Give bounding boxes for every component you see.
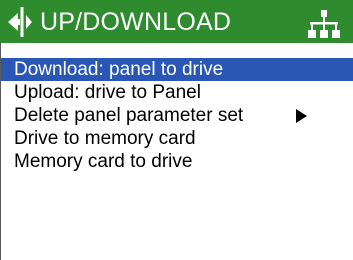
page-title: UP/DOWNLOAD [40,8,232,36]
menu-item-download-panel-to-drive[interactable]: Download: panel to drive [1,58,353,81]
menu-item-delete-panel-parameter-set[interactable]: Delete panel parameter set [1,104,353,127]
menu-item-upload-drive-to-panel[interactable]: Upload: drive to Panel [1,81,353,104]
title-bar: UP/DOWNLOAD [0,0,353,43]
menu-item-label: Delete panel parameter set [14,105,244,126]
triangle-right-icon [296,109,307,123]
menu-item-label: Download: panel to drive [14,59,224,80]
menu-item-memory-card-to-drive[interactable]: Memory card to drive [1,150,353,173]
network-tree-icon[interactable] [307,7,341,41]
menu-item-drive-to-memory-card[interactable]: Drive to memory card [1,127,353,150]
menu-item-label: Memory card to drive [14,151,193,172]
upload-download-menu: Download: panel to drive Upload: drive t… [1,58,353,173]
drive-panel-screen: UP/DOWNLOAD Download: panel to drive Upl… [0,0,353,260]
transfer-arrows-icon [8,7,32,37]
menu-item-label: Upload: drive to Panel [14,82,201,103]
menu-item-label: Drive to memory card [14,128,196,149]
